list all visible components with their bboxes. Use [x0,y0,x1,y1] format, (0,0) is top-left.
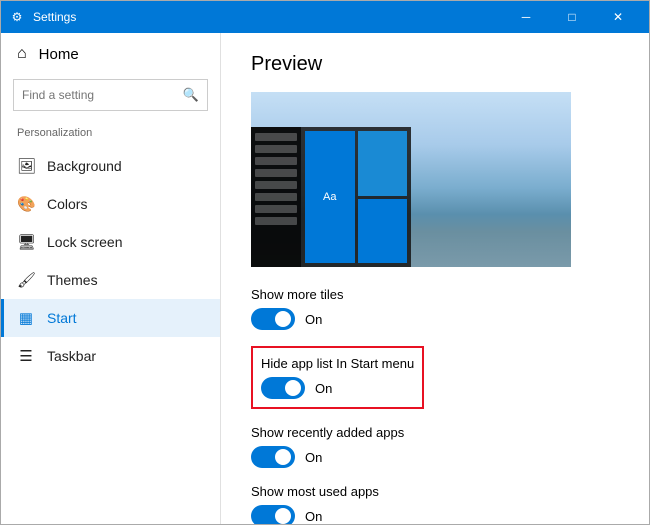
titlebar: ⚙ Settings ─ □ ✕ [1,1,649,33]
toggle-show-recently-added[interactable] [251,446,295,468]
app-icon: ⚙ [9,9,25,25]
sidebar-item-colors-label: Colors [47,196,87,212]
window-title: Settings [33,10,503,24]
taskbar-icon: ☰ [17,347,35,365]
toggle-state-show-most-used: On [305,509,322,524]
home-label: Home [39,46,79,63]
toggle-knob-show-more-tiles [275,311,291,327]
app-list-item [255,169,297,177]
app-list-item [255,205,297,213]
background-icon: 🖼 [17,157,35,175]
sidebar-item-lockscreen[interactable]: 🖥 Lock screen [1,223,220,261]
sidebar-item-colors[interactable]: 🎨 Colors [1,185,220,223]
search-icon: 🔍 [183,87,199,103]
sidebar-item-start[interactable]: ▦ Start [1,299,220,337]
apps-list-preview [251,127,301,267]
setting-label-show-most-used: Show most used apps [251,484,619,499]
app-list-item [255,133,297,141]
toggle-state-show-more-tiles: On [305,312,322,327]
toggle-show-most-used[interactable] [251,505,295,524]
maximize-button[interactable]: □ [549,1,595,33]
settings-window: ⚙ Settings ─ □ ✕ ⌂ Home 🔍 Personalizatio… [0,0,650,525]
start-tiles-preview: Aa [301,127,411,267]
app-list-item [255,145,297,153]
themes-icon: 🖌 [17,271,35,289]
sidebar-item-home[interactable]: ⌂ Home [1,33,220,75]
toggle-row-show-recently-added: On [251,446,619,468]
app-list-item [255,193,297,201]
toggle-state-hide-app-list: On [315,381,332,396]
setting-label-hide-app-list: Hide app list In Start menu [261,356,414,371]
preview-image: Aa [251,92,571,267]
search-input[interactable] [22,88,183,102]
content-area: Preview [221,33,649,524]
tile-top-right [358,131,408,196]
sidebar-item-themes[interactable]: 🖌 Themes [1,261,220,299]
tile-main: Aa [305,131,355,263]
sidebar-item-themes-label: Themes [47,272,98,288]
sidebar-item-background[interactable]: 🖼 Background [1,147,220,185]
lockscreen-icon: 🖥 [17,233,35,251]
sidebar: ⌂ Home 🔍 Personalization 🖼 Background 🎨 … [1,33,221,524]
toggle-show-more-tiles[interactable] [251,308,295,330]
setting-label-show-recently-added: Show recently added apps [251,425,619,440]
start-menu-preview: Aa [251,127,411,267]
app-list-item [255,217,297,225]
toggle-row-show-most-used: On [251,505,619,524]
highlighted-setting-hide-app-list: Hide app list In Start menu On [251,346,424,409]
sidebar-item-background-label: Background [47,158,122,174]
setting-show-most-used: Show most used apps On [251,484,619,524]
sidebar-item-taskbar-label: Taskbar [47,348,96,364]
start-icon: ▦ [17,309,35,327]
sidebar-item-start-label: Start [47,310,77,326]
app-list-item [255,181,297,189]
app-list-item [255,157,297,165]
toggle-knob-show-most-used [275,508,291,524]
search-box[interactable]: 🔍 [13,79,208,111]
colors-icon: 🎨 [17,195,35,213]
home-icon: ⌂ [17,45,27,63]
setting-show-more-tiles: Show more tiles On [251,287,619,330]
toggle-knob-show-recently-added [275,449,291,465]
close-button[interactable]: ✕ [595,1,641,33]
sidebar-item-taskbar[interactable]: ☰ Taskbar [1,337,220,375]
toggle-knob-hide-app-list [285,380,301,396]
main-content: ⌂ Home 🔍 Personalization 🖼 Background 🎨 … [1,33,649,524]
setting-label-show-more-tiles: Show more tiles [251,287,619,302]
minimize-button[interactable]: ─ [503,1,549,33]
preview-mockup: Aa [251,92,571,267]
sidebar-item-lockscreen-label: Lock screen [47,234,122,250]
setting-show-recently-added: Show recently added apps On [251,425,619,468]
toggle-hide-app-list[interactable] [261,377,305,399]
page-title: Preview [251,53,619,76]
toggle-state-show-recently-added: On [305,450,322,465]
toggle-row-show-more-tiles: On [251,308,619,330]
toggle-row-hide-app-list: On [261,377,414,399]
sidebar-section-title: Personalization [1,123,220,147]
window-controls: ─ □ ✕ [503,1,641,33]
tile-bottom-right [358,199,408,264]
